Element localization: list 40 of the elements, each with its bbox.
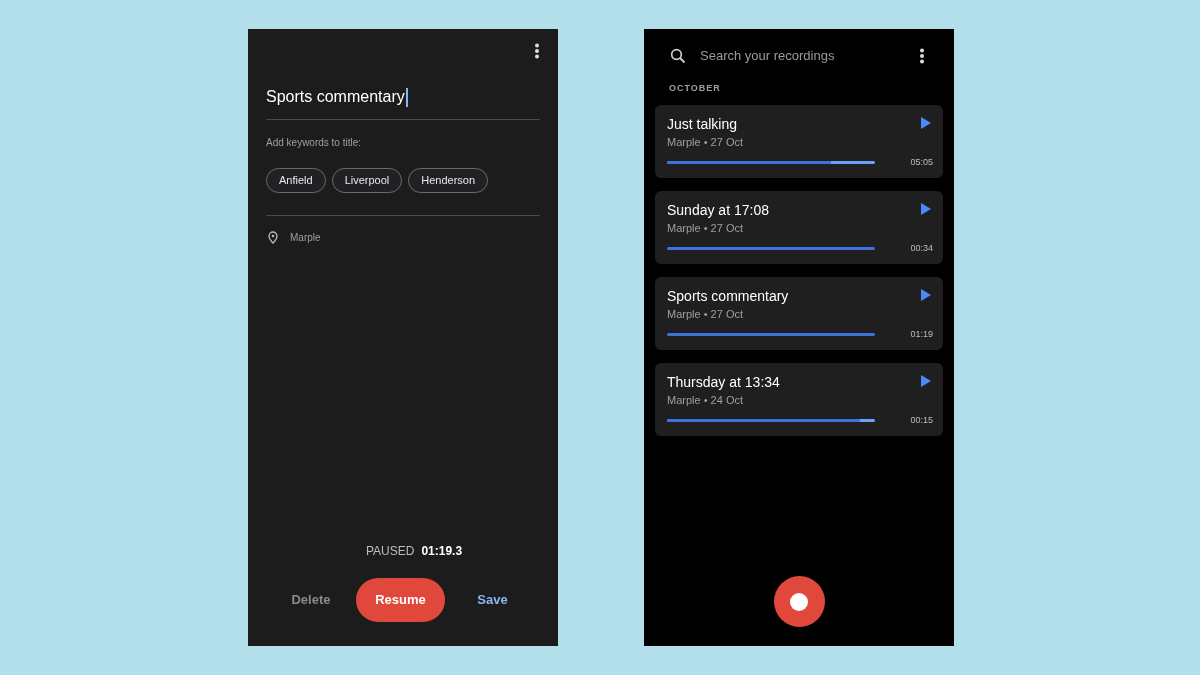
status-label: PAUSED [365,543,415,560]
play-icon[interactable] [921,117,931,129]
recording-title: Sunday at 17:08 [667,201,769,219]
keyword-chip[interactable]: Henderson [408,168,489,193]
record-icon [790,592,808,611]
keyword-chip[interactable]: Liverpool [331,168,403,193]
save-button[interactable]: Save [445,590,540,610]
recording-card[interactable]: Thursday at 13:34 Marple • 24 Oct 00:15 [655,363,943,436]
more-options-icon[interactable] [534,43,540,59]
recording-duration: 05:05 [910,155,933,169]
recording-card[interactable]: Just talking Marple • 27 Oct 05:05 [655,105,943,178]
play-icon[interactable] [921,289,931,301]
keyword-chip[interactable]: Anfield [266,168,326,193]
recording-card[interactable]: Sports commentary Marple • 27 Oct 01:19 [655,277,943,350]
recording-duration: 00:34 [910,241,933,255]
recording-meta: Marple • 24 Oct [667,393,744,408]
section-heading: OCTOBER [668,81,722,95]
text-cursor [405,87,408,107]
recording-card[interactable]: Sunday at 17:08 Marple • 27 Oct 00:34 [655,191,943,264]
more-options-icon[interactable] [919,47,925,64]
resume-button[interactable]: Resume [356,578,445,622]
recording-title: Sports commentary [667,287,789,305]
search-icon[interactable] [670,47,686,64]
recording-meta: Marple • 27 Oct [667,135,744,150]
keywords-label: Add keywords to title: [266,136,363,150]
play-icon[interactable] [921,375,931,387]
location-text: Marple [290,231,321,245]
delete-button[interactable]: Delete [266,590,356,610]
location-pin-icon [268,231,278,244]
recording-meta: Marple • 27 Oct [667,221,744,236]
elapsed-time: 01:19.3 [421,543,463,560]
recording-title: Just talking [667,115,738,133]
play-icon[interactable] [921,203,931,215]
record-button[interactable] [773,576,825,627]
recording-title: Thursday at 13:34 [667,373,780,391]
recording-duration: 00:15 [910,413,933,427]
recording-duration: 01:19 [910,327,933,341]
recording-meta: Marple • 27 Oct [667,307,744,322]
search-field[interactable]: Search your recordings [700,46,919,66]
title-field[interactable]: Sports commentary [266,85,540,120]
